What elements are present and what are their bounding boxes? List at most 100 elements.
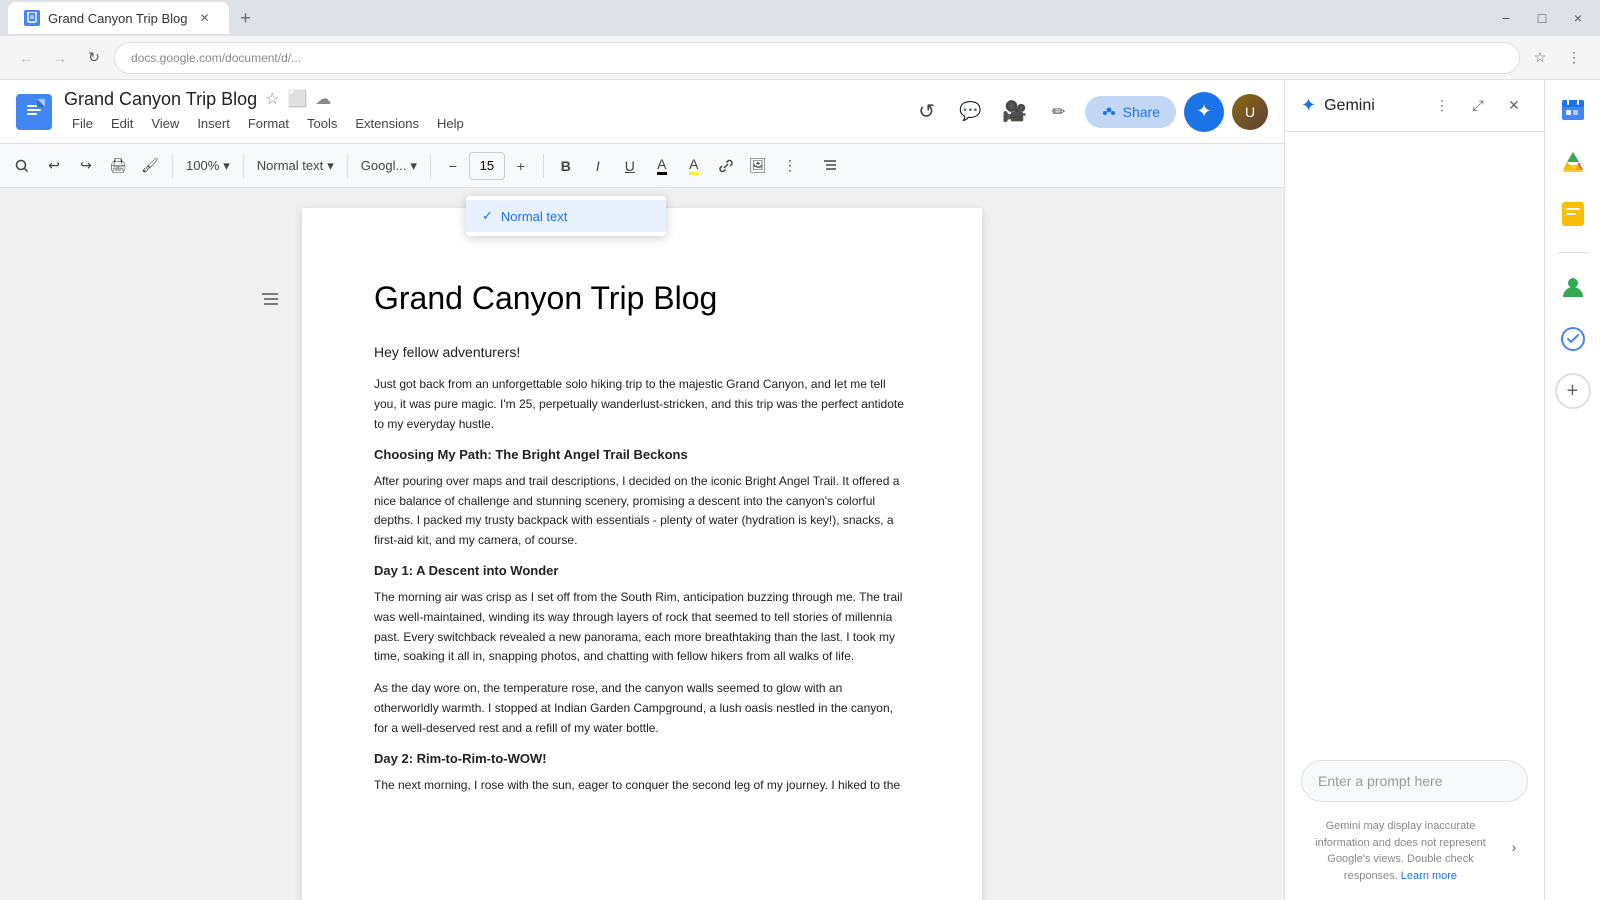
cloud-icon[interactable]: ☁ bbox=[315, 89, 331, 109]
gemini-prompt-input[interactable]: Enter a prompt here bbox=[1301, 760, 1528, 802]
bold-btn[interactable]: B bbox=[552, 150, 580, 182]
back-button[interactable]: ← bbox=[12, 44, 40, 72]
link-btn[interactable] bbox=[712, 150, 740, 182]
gemini-body bbox=[1285, 132, 1544, 744]
gemini-close-btn[interactable]: ✕ bbox=[1500, 92, 1528, 120]
gemini-header: ✦ Gemini ⋮ ⤢ ✕ bbox=[1285, 80, 1544, 132]
contacts-icon[interactable] bbox=[1551, 265, 1595, 309]
keep-icon[interactable] bbox=[1551, 192, 1595, 236]
decrease-font-size-btn[interactable]: − bbox=[439, 150, 467, 182]
check-icon: ✓ bbox=[482, 208, 493, 224]
close-button[interactable]: × bbox=[1564, 4, 1592, 32]
minimize-button[interactable]: − bbox=[1492, 4, 1520, 32]
gemini-star-icon: ✦ bbox=[1301, 95, 1316, 116]
forward-button[interactable]: → bbox=[46, 44, 74, 72]
menu-help[interactable]: Help bbox=[429, 112, 472, 135]
drive-icon[interactable] bbox=[1551, 140, 1595, 184]
gemini-expand-arrow[interactable]: › bbox=[1500, 833, 1528, 861]
underline-btn[interactable]: U bbox=[616, 150, 644, 182]
address-bar[interactable]: docs.google.com/document/d/... bbox=[114, 42, 1520, 74]
doc-section2-body2: As the day wore on, the temperature rose… bbox=[374, 679, 910, 738]
docs-content-area[interactable]: Grand Canyon Trip Blog Hey fellow advent… bbox=[0, 188, 1284, 900]
paint-format-btn[interactable]: 🖌 bbox=[136, 150, 164, 182]
more-toolbar-btn[interactable]: ⋮ bbox=[776, 150, 804, 182]
docs-menu: File Edit View Insert Format Tools Exten… bbox=[64, 112, 472, 135]
add-app-button[interactable]: + bbox=[1555, 373, 1591, 409]
zoom-select[interactable]: 100% ▾ bbox=[181, 151, 235, 181]
image-btn[interactable]: 🖼 bbox=[744, 150, 772, 182]
format-dropdown: ✓ Normal text bbox=[466, 196, 666, 236]
doc-section2-heading: Day 1: A Descent into Wonder bbox=[374, 563, 910, 578]
reload-button[interactable]: ↻ bbox=[80, 44, 108, 72]
gemini-placeholder: Enter a prompt here bbox=[1318, 773, 1443, 789]
search-toolbar-btn[interactable] bbox=[8, 150, 36, 182]
outline-btn[interactable] bbox=[816, 150, 844, 182]
italic-btn[interactable]: I bbox=[584, 150, 612, 182]
tab-close-btn[interactable]: ✕ bbox=[195, 9, 213, 27]
browser-toolbar-actions: ☆ ⋮ bbox=[1526, 44, 1588, 72]
gemini-expand-btn[interactable]: ⤢ bbox=[1464, 92, 1492, 120]
docs-header: Grand Canyon Trip Blog ☆ ⬜ ☁ File Edit V… bbox=[0, 80, 1284, 144]
comments-button[interactable]: 💬 bbox=[953, 94, 989, 130]
format-normal-text[interactable]: ✓ Normal text bbox=[466, 200, 666, 232]
tasks-icon[interactable] bbox=[1551, 317, 1595, 361]
tab-title: Grand Canyon Trip Blog bbox=[48, 11, 187, 26]
redo-btn[interactable]: ↪ bbox=[72, 150, 100, 182]
maximize-button[interactable]: □ bbox=[1528, 4, 1556, 32]
menu-edit[interactable]: Edit bbox=[103, 112, 141, 135]
toolbar-divider-1 bbox=[172, 154, 173, 178]
doc-section1-body: After pouring over maps and trail descri… bbox=[374, 472, 910, 551]
font-size-display[interactable]: 15 bbox=[469, 152, 505, 180]
text-style-select[interactable]: Normal text ▾ bbox=[252, 151, 339, 181]
app-container: Grand Canyon Trip Blog ☆ ⬜ ☁ File Edit V… bbox=[0, 80, 1600, 900]
share-label: Share bbox=[1123, 104, 1160, 120]
gemini-options-btn[interactable]: ⋮ bbox=[1428, 92, 1456, 120]
learn-more-link[interactable]: Learn more bbox=[1401, 870, 1457, 882]
gemini-input-area: Enter a prompt here Gemini may display i… bbox=[1285, 744, 1544, 900]
docs-header-actions: ↺ 💬 🎥 ✏ Share ✦ U bbox=[909, 92, 1268, 132]
menu-tools[interactable]: Tools bbox=[299, 112, 345, 135]
user-avatar[interactable]: U bbox=[1232, 94, 1268, 130]
docs-title-row: Grand Canyon Trip Blog ☆ ⬜ ☁ bbox=[64, 89, 472, 110]
menu-extensions[interactable]: Extensions bbox=[347, 112, 427, 135]
browser-tabs: Grand Canyon Trip Blog ✕ + bbox=[8, 2, 1484, 34]
undo-btn[interactable]: ↩ bbox=[40, 150, 68, 182]
text-color-btn[interactable]: A bbox=[648, 150, 676, 182]
browser-titlebar: Grand Canyon Trip Blog ✕ + − □ × bbox=[0, 0, 1600, 36]
app-sidebar: + bbox=[1544, 80, 1600, 900]
gemini-panel: ✦ Gemini ⋮ ⤢ ✕ Enter a prompt here Gemin… bbox=[1284, 80, 1544, 900]
document-page: Grand Canyon Trip Blog Hey fellow advent… bbox=[302, 208, 982, 900]
gemini-title: Gemini bbox=[1324, 97, 1420, 115]
menu-file[interactable]: File bbox=[64, 112, 101, 135]
toolbar-divider-4 bbox=[430, 154, 431, 178]
increase-font-size-btn[interactable]: + bbox=[507, 150, 535, 182]
print-btn[interactable]: 🖨 bbox=[104, 150, 132, 182]
new-tab-button[interactable]: + bbox=[231, 4, 259, 32]
menu-insert[interactable]: Insert bbox=[189, 112, 238, 135]
gemini-button[interactable]: ✦ bbox=[1184, 92, 1224, 132]
window-controls: − □ × bbox=[1492, 4, 1592, 32]
doc-outline-icon[interactable] bbox=[260, 290, 280, 315]
highlight-btn[interactable]: A bbox=[680, 150, 708, 182]
doc-greeting: Hey fellow adventurers! bbox=[374, 341, 910, 363]
meet-button[interactable]: 🎥 bbox=[997, 94, 1033, 130]
doc-intro: Just got back from an unforgettable solo… bbox=[374, 375, 910, 434]
browser-tab-active[interactable]: Grand Canyon Trip Blog ✕ bbox=[8, 2, 229, 34]
browser-menu-button[interactable]: ⋮ bbox=[1560, 44, 1588, 72]
browser-toolbar: ← → ↻ docs.google.com/document/d/... ☆ ⋮ bbox=[0, 36, 1600, 80]
bookmark-button[interactable]: ☆ bbox=[1526, 44, 1554, 72]
history-button[interactable]: ↺ bbox=[909, 94, 945, 130]
toolbar-divider-2 bbox=[243, 154, 244, 178]
doc-title: Grand Canyon Trip Blog bbox=[374, 280, 910, 317]
star-icon[interactable]: ☆ bbox=[265, 89, 279, 109]
suggest-button[interactable]: ✏ bbox=[1041, 94, 1077, 130]
menu-format[interactable]: Format bbox=[240, 112, 297, 135]
doc-section2-body: The morning air was crisp as I set off f… bbox=[374, 588, 910, 667]
calendar-icon[interactable] bbox=[1551, 88, 1595, 132]
docs-toolbar: ↩ ↪ 🖨 🖌 100% ▾ Normal text ▾ Googl... bbox=[0, 144, 1284, 188]
share-button[interactable]: Share bbox=[1085, 96, 1176, 128]
folder-icon[interactable]: ⬜ bbox=[287, 89, 307, 109]
document-title: Grand Canyon Trip Blog bbox=[64, 89, 257, 110]
menu-view[interactable]: View bbox=[143, 112, 187, 135]
font-select[interactable]: Googl... ▾ bbox=[356, 151, 422, 181]
